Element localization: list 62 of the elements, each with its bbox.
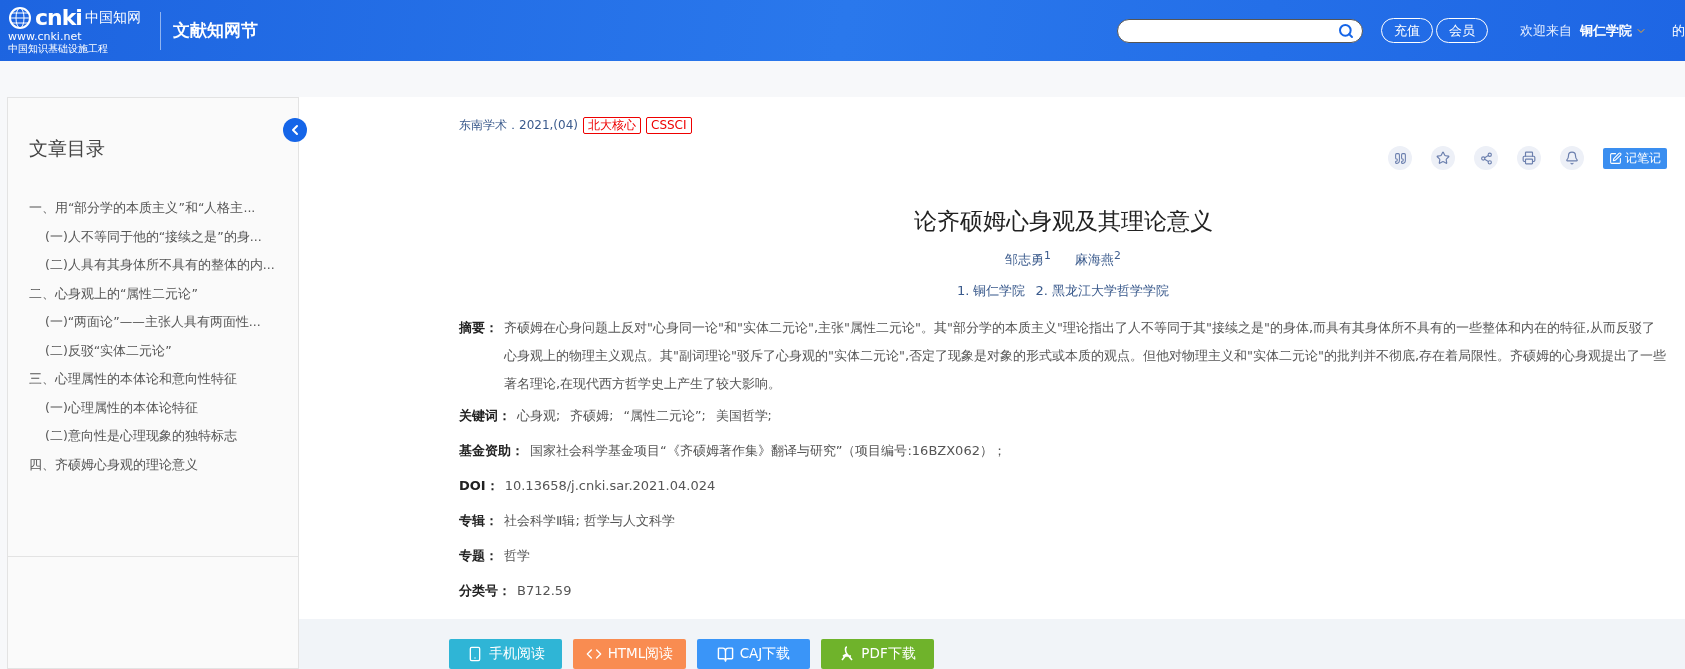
index-tag: CSSCI	[646, 117, 692, 134]
author-link[interactable]: 邹志勇$^{1}$	[1005, 249, 1051, 270]
field-value: 哲学	[504, 547, 530, 566]
welcome-text: 欢迎来自	[1520, 21, 1572, 40]
printer-icon	[1522, 151, 1536, 165]
share-icon	[1479, 151, 1493, 165]
affiliation-link[interactable]: 1. 铜仁学院	[956, 282, 1026, 301]
share-button[interactable]	[1474, 146, 1498, 170]
bell-icon	[1565, 151, 1579, 165]
field-label: 分类号：	[459, 582, 511, 601]
field-label: DOI：	[459, 477, 499, 496]
field-label: 专题：	[459, 547, 498, 566]
institution-name[interactable]: 铜仁学院	[1580, 21, 1632, 40]
field-value: B712.59	[517, 582, 572, 601]
field-value: 国家社会科学基金项目“《齐硕姆著作集》翻译与研究”（项目编号:16BZX062）；	[530, 442, 1006, 461]
print-button[interactable]	[1517, 146, 1541, 170]
logo-brand: 中国知网	[84, 9, 141, 28]
field-label: 基金资助：	[459, 442, 524, 461]
sidebar-title: 文章目录	[29, 136, 106, 161]
journal-source[interactable]: 东南学术．2021,(04)	[459, 117, 578, 134]
toc-item[interactable]: 四、齐硕姆心身观的理论意义	[29, 450, 298, 479]
toc-item[interactable]: (一)心理属性的本体论特征	[29, 393, 298, 422]
affiliation-link[interactable]: 2. 黑龙江大学哲学学院	[1035, 282, 1170, 301]
logo-slogan: 中国知识基础设施工程	[8, 43, 109, 55]
logo-text: cnki	[35, 6, 82, 31]
greeting-text: 的	[1672, 21, 1685, 40]
pencil-icon	[1609, 151, 1622, 165]
alert-button[interactable]	[1560, 146, 1584, 170]
field-value: 齐硕姆在心身问题上反对"心身同一论"和"实体二元论",主张"属性二元论"。其"部分学的本质主义"理论指出了人不等同于其"接续之是"的身体,而具有其身体所不具有的一些整体和内在的特征,从而反驳了心身观上的物理主义观点。其"副词理论"驳斥了心身观的"实体二元论",否定了现象是对象的形式或本质的观点。但他对物理主义和"实体二元论"的批判并不彻底,存在着局限性。齐硕姆的心身观提出了一些著名理论,在现代西方哲学史上产生了较大影响。	[504, 319, 1667, 394]
toc-item[interactable]: 三、心理属性的本体论和意向性特征	[29, 365, 298, 394]
quote-icon-button[interactable]	[1388, 146, 1412, 170]
field-label: 关键词：	[459, 407, 511, 426]
toc-item[interactable]: (一)人不等同于他的“接续之是”的身...	[29, 222, 298, 251]
search-field[interactable]	[1117, 18, 1363, 43]
favorite-button[interactable]	[1431, 146, 1455, 170]
field-value: 社会科学Ⅱ辑; 哲学与人文科学	[504, 512, 675, 531]
pdf-icon	[839, 646, 856, 662]
keyword-link[interactable]: 美国哲学;	[715, 408, 772, 424]
field-label: 专辑：	[459, 512, 498, 531]
logo-url: www.cnki.net	[8, 30, 83, 44]
toc-item[interactable]: (二)人具有其身体所不具有的整体的内...	[29, 251, 298, 280]
keyword-link[interactable]: 齐硕姆;	[570, 408, 614, 424]
toc-item[interactable]: 一、用“部分学的本质主义”和“人格主...	[29, 194, 298, 223]
author-link[interactable]: 麻海燕$^{2}$	[1075, 249, 1121, 270]
toc-item[interactable]: (二)意向性是心理现象的独特标志	[29, 422, 298, 451]
book-icon	[716, 645, 734, 663]
index-tag: 北大核心	[583, 117, 641, 134]
section-title: 文献知网节	[173, 19, 258, 42]
collapse-button[interactable]	[283, 118, 307, 142]
toc-item[interactable]: (二)反驳“实体二元论”	[29, 336, 298, 365]
keyword-link[interactable]: “属性二元论”;	[623, 408, 706, 424]
keyword-link[interactable]: 心身观;	[517, 408, 561, 424]
field-label: 摘要：	[459, 319, 498, 338]
code-icon	[585, 646, 602, 662]
star-icon	[1436, 151, 1450, 165]
field-value: 10.13658/j.cnki.sar.2021.04.024	[504, 477, 716, 496]
toc-item[interactable]: 二、心身观上的“属性二元论”	[29, 279, 298, 308]
toc-item[interactable]: (一)“两面论”——主张人具有两面性...	[29, 308, 298, 337]
quote-icon	[1393, 151, 1407, 165]
search-icon[interactable]	[1338, 22, 1354, 39]
globe-icon	[8, 6, 32, 31]
article-title: 论齐硕姆心身观及其理论意义	[912, 207, 1214, 236]
